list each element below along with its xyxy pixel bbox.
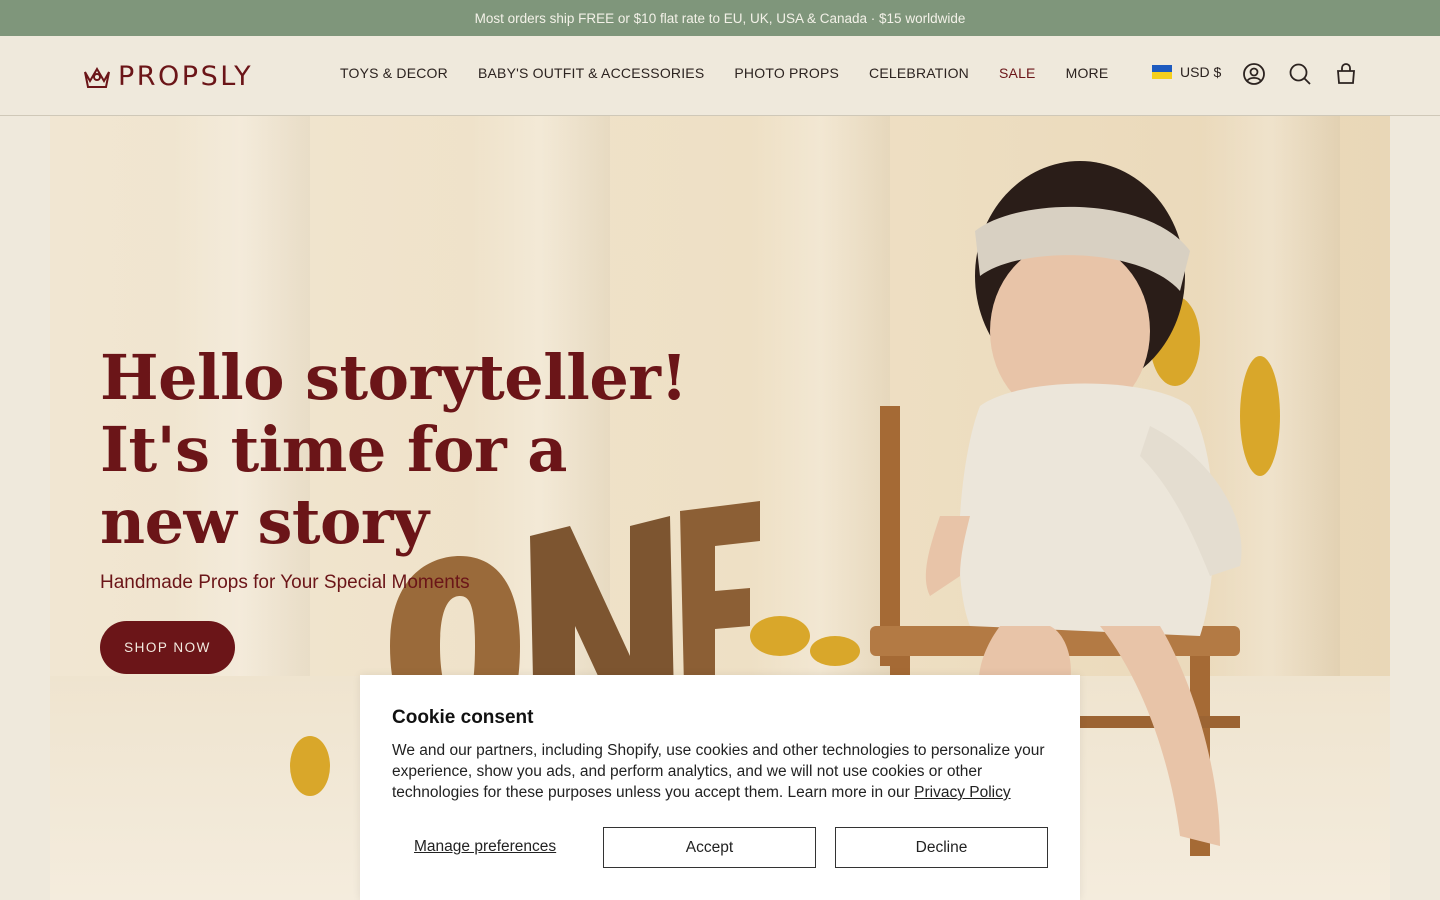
hero-heading-line: Hello storyteller!	[100, 341, 688, 414]
mimosa-flowers	[290, 736, 330, 796]
announcement-bar: Most orders ship FREE or $10 flat rate t…	[0, 0, 1440, 36]
crown-icon	[84, 67, 110, 88]
cookie-consent-dialog: Cookie consent We and our partners, incl…	[360, 675, 1080, 900]
decline-button[interactable]: Decline	[835, 827, 1048, 868]
hero-heading-line: It's time for a	[100, 413, 567, 486]
currency-selector[interactable]: USD $	[1152, 64, 1221, 80]
hero-heading: Hello storyteller! It's time for a new s…	[100, 342, 740, 558]
announcement-text: Most orders ship FREE or $10 flat rate t…	[474, 10, 966, 26]
privacy-policy-link[interactable]: Privacy Policy	[914, 784, 1010, 801]
main-nav: TOYS & DECOR BABY'S OUTFIT & ACCESSORIES…	[340, 65, 1108, 81]
cookie-title: Cookie consent	[392, 707, 534, 728]
nav-celebration[interactable]: CELEBRATION	[869, 65, 969, 81]
logo[interactable]: PROPSLY	[82, 60, 253, 92]
logo-text: PROPSLY	[118, 60, 254, 92]
account-icon[interactable]	[1242, 62, 1266, 86]
site-header: PROPSLY TOYS & DECOR BABY'S OUTFIT & ACC…	[0, 36, 1440, 116]
nav-sale[interactable]: SALE	[999, 65, 1036, 81]
cookie-text-block: We and our partners, including Shopify, …	[392, 740, 1052, 803]
mimosa-flowers	[750, 616, 810, 656]
search-icon[interactable]	[1288, 62, 1312, 86]
nav-babys-outfit[interactable]: BABY'S OUTFIT & ACCESSORIES	[478, 65, 704, 81]
nav-more[interactable]: MORE	[1066, 65, 1109, 81]
hero-heading-line: new story	[100, 485, 429, 558]
cookie-actions: Manage preferences Accept Decline	[392, 827, 1048, 868]
currency-label: USD $	[1180, 64, 1222, 80]
ukraine-flag-icon	[1152, 65, 1172, 79]
accept-button[interactable]: Accept	[603, 827, 816, 868]
manage-preferences-link[interactable]: Manage preferences	[414, 838, 556, 856]
nav-toys-decor[interactable]: TOYS & DECOR	[340, 65, 448, 81]
hero-subtitle: Handmade Props for Your Special Moments	[100, 572, 470, 593]
cart-icon[interactable]	[1334, 62, 1358, 86]
nav-photo-props[interactable]: PHOTO PROPS	[734, 65, 839, 81]
shop-now-button[interactable]: SHOP NOW	[100, 621, 235, 674]
